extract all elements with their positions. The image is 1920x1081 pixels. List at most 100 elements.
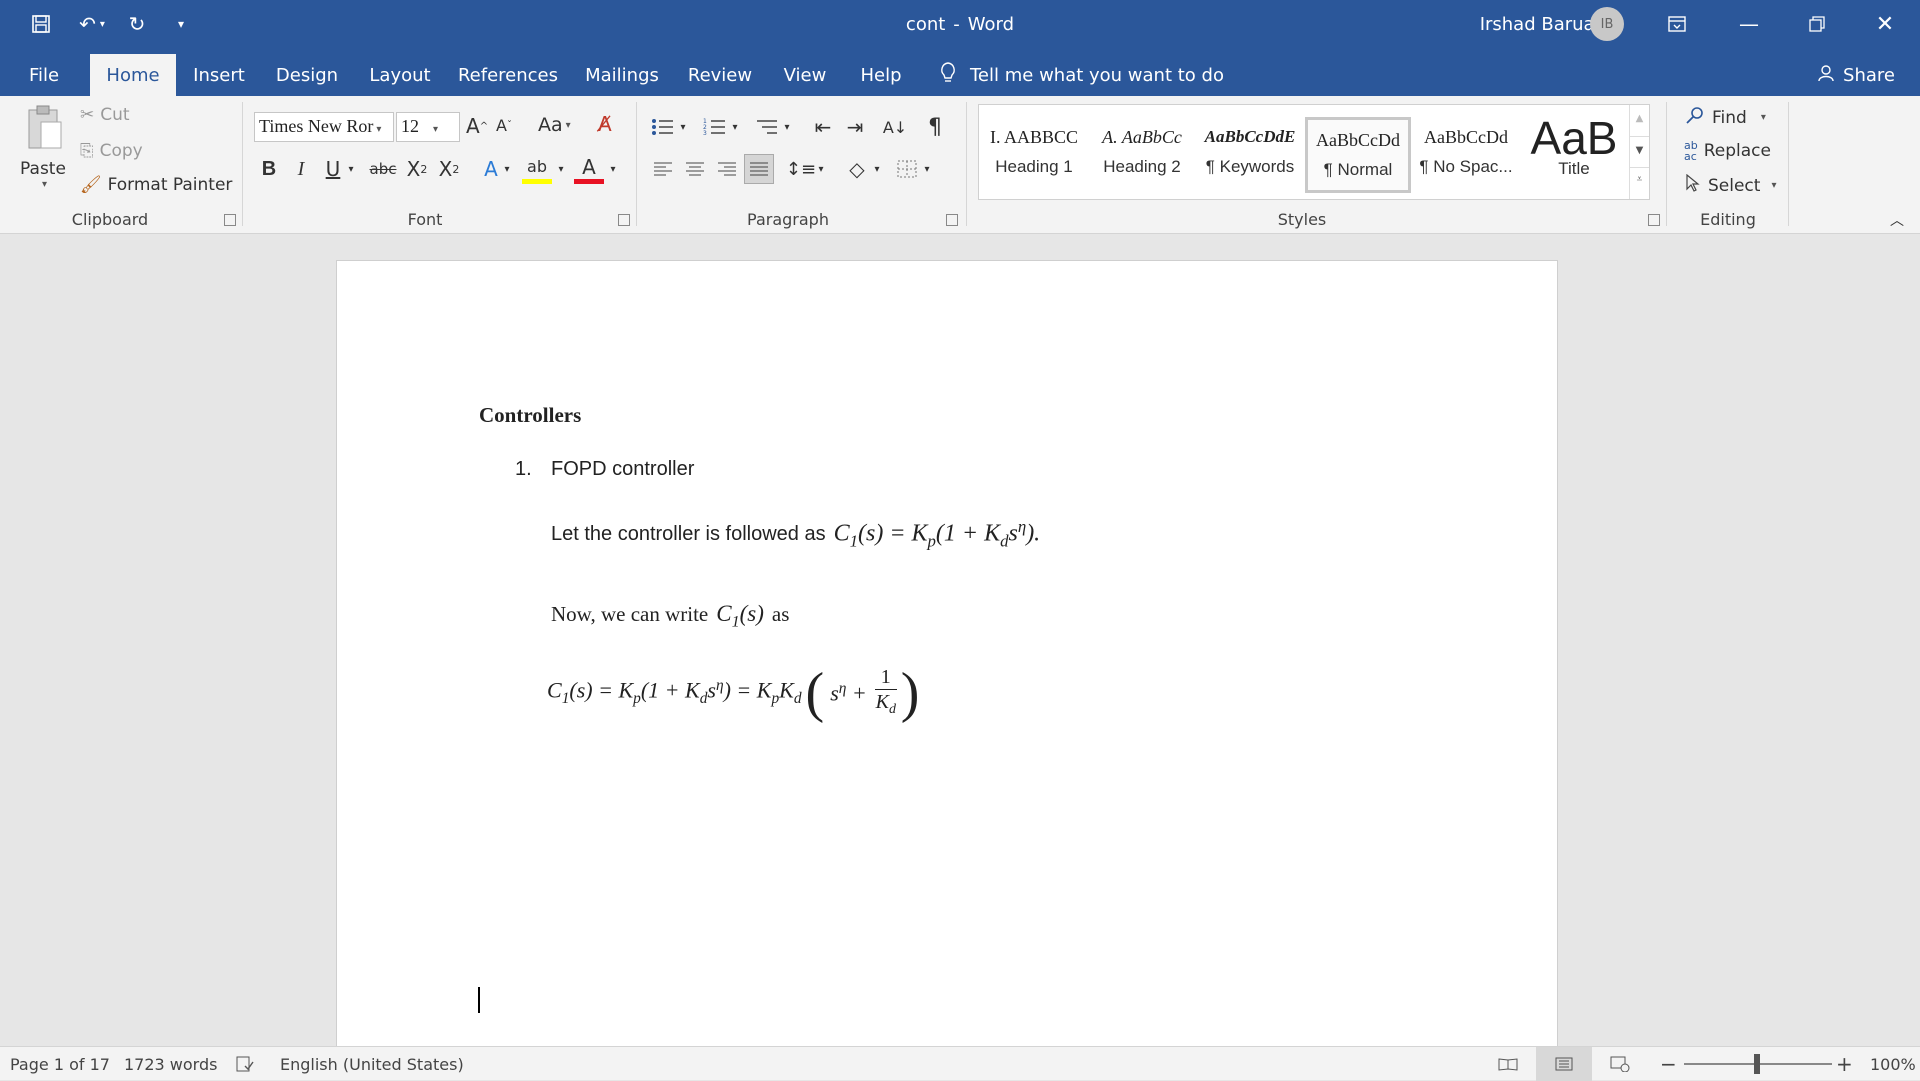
word-count[interactable]: 1723 words: [124, 1047, 217, 1081]
change-case-button[interactable]: Aa ▾: [538, 114, 571, 136]
show-formatting-icon[interactable]: ¶: [920, 112, 950, 142]
document-canvas[interactable]: Controllers 1. FOPD controller Let the c…: [0, 234, 1920, 1046]
tell-me-box[interactable]: Tell me what you want to do: [940, 54, 1260, 96]
restore-icon[interactable]: [1800, 0, 1834, 48]
tab-mailings[interactable]: Mailings: [580, 54, 664, 96]
font-color-icon[interactable]: A: [574, 154, 604, 184]
proofing-icon[interactable]: [236, 1047, 254, 1081]
style-heading-1[interactable]: I. AABBCC Heading 1: [981, 117, 1087, 193]
justify-icon[interactable]: [744, 154, 774, 184]
style-heading-2[interactable]: A. AaBbCc Heading 2: [1089, 117, 1195, 193]
zoom-level[interactable]: 100%: [1870, 1047, 1916, 1081]
bullets-dropdown-icon[interactable]: ▾: [676, 112, 690, 142]
format-painter-button[interactable]: 🖌 Format Painter: [80, 174, 232, 196]
shading-icon[interactable]: ◇: [842, 154, 872, 184]
avatar[interactable]: IB: [1590, 7, 1624, 41]
borders-dropdown-icon[interactable]: ▾: [920, 154, 934, 184]
style-no-spacing[interactable]: AaBbCcDd ¶ No Spac...: [1413, 117, 1519, 193]
tab-insert[interactable]: Insert: [186, 54, 252, 96]
collapse-ribbon-icon[interactable]: ︿: [1890, 210, 1904, 230]
font-color-dropdown-icon[interactable]: ▾: [606, 154, 620, 184]
close-icon[interactable]: ✕: [1868, 0, 1902, 48]
underline-dropdown-icon[interactable]: ▾: [344, 154, 358, 184]
styles-scroll-down-icon[interactable]: ▼: [1630, 136, 1649, 167]
line-spacing-dropdown-icon[interactable]: ▾: [814, 154, 828, 184]
tab-review[interactable]: Review: [684, 54, 756, 96]
strikethrough-button[interactable]: abc: [368, 154, 398, 184]
read-mode-icon[interactable]: [1492, 1047, 1524, 1081]
superscript-button[interactable]: X2: [434, 154, 464, 184]
highlight-dropdown-icon[interactable]: ▾: [554, 154, 568, 184]
web-layout-icon[interactable]: [1600, 1047, 1640, 1081]
minimize-icon[interactable]: —: [1732, 0, 1766, 48]
tab-design[interactable]: Design: [270, 54, 344, 96]
print-layout-icon[interactable]: [1536, 1047, 1592, 1081]
zoom-slider[interactable]: [1684, 1047, 1832, 1081]
multilevel-dropdown-icon[interactable]: ▾: [780, 112, 794, 142]
style-normal[interactable]: AaBbCcDd ¶ Normal: [1305, 117, 1411, 193]
cut-button[interactable]: ✂ Cut: [80, 104, 130, 126]
font-size-box[interactable]: 12 ▾: [396, 112, 460, 142]
select-button[interactable]: Select ▾: [1686, 173, 1776, 197]
bullets-icon[interactable]: [648, 112, 678, 142]
styles-scroll[interactable]: ▲ ▼ ⩡: [1629, 105, 1649, 199]
document-page[interactable]: Controllers 1. FOPD controller Let the c…: [336, 260, 1558, 1046]
styles-more-icon[interactable]: ⩡: [1630, 167, 1649, 198]
paragraph-dialog-launcher-icon[interactable]: [946, 214, 958, 226]
line-spacing-icon[interactable]: ↕≡: [786, 154, 816, 184]
style-title[interactable]: AaB Title: [1521, 117, 1627, 193]
paste-button[interactable]: Paste ▾: [14, 104, 72, 200]
save-icon[interactable]: [24, 0, 58, 48]
font-name-box[interactable]: Times New Ror ▾: [254, 112, 394, 142]
font-name-dropdown-icon[interactable]: ▾: [376, 124, 381, 135]
text-effects-dropdown-icon[interactable]: ▾: [500, 154, 514, 184]
style-keywords[interactable]: AaBbCcDdE ¶ Keywords: [1197, 117, 1303, 193]
clipboard-dialog-launcher-icon[interactable]: [224, 214, 236, 226]
font-dialog-launcher-icon[interactable]: [618, 214, 630, 226]
tab-references[interactable]: References: [456, 54, 560, 96]
align-left-icon[interactable]: [648, 154, 678, 184]
multilevel-list-icon[interactable]: [752, 112, 782, 142]
clear-formatting-icon[interactable]: A̸: [598, 112, 612, 136]
share-button[interactable]: Share: [1808, 54, 1904, 96]
highlight-icon[interactable]: ab: [522, 154, 552, 184]
shading-dropdown-icon[interactable]: ▾: [870, 154, 884, 184]
find-dropdown-icon[interactable]: ▾: [1761, 112, 1766, 123]
borders-icon[interactable]: [892, 154, 922, 184]
find-button[interactable]: Find ▾: [1686, 106, 1766, 129]
tab-help[interactable]: Help: [852, 54, 910, 96]
shrink-font-button[interactable]: Aˇ: [496, 116, 512, 135]
copy-button[interactable]: ⎘ Copy: [80, 140, 143, 162]
numbering-dropdown-icon[interactable]: ▾: [728, 112, 742, 142]
numbering-icon[interactable]: 123: [700, 112, 730, 142]
styles-dialog-launcher-icon[interactable]: [1648, 214, 1660, 226]
font-size-dropdown-icon[interactable]: ▾: [433, 124, 438, 135]
customize-qat-icon[interactable]: ▾: [164, 0, 198, 48]
sort-icon[interactable]: A↓: [880, 112, 910, 142]
grow-font-button[interactable]: A ^: [466, 114, 488, 138]
styles-scroll-up-icon[interactable]: ▲: [1630, 105, 1649, 136]
subscript-button[interactable]: X2: [402, 154, 432, 184]
ribbon-display-options-icon[interactable]: [1660, 0, 1694, 48]
language[interactable]: English (United States): [280, 1047, 464, 1081]
undo-icon[interactable]: ↶ ▾: [68, 0, 116, 48]
page-count[interactable]: Page 1 of 17: [10, 1047, 110, 1081]
zoom-in-button[interactable]: +: [1836, 1047, 1853, 1081]
user-name[interactable]: Irshad Baruah: [1456, 0, 1606, 48]
zoom-slider-thumb[interactable]: [1754, 1054, 1760, 1074]
italic-button[interactable]: I: [286, 154, 316, 184]
bold-button[interactable]: B: [254, 154, 284, 184]
tab-file[interactable]: File: [18, 54, 70, 96]
select-dropdown-icon[interactable]: ▾: [1771, 180, 1776, 191]
paste-dropdown-icon[interactable]: ▾: [42, 179, 47, 190]
decrease-indent-icon[interactable]: ⇤: [808, 112, 838, 142]
tab-view[interactable]: View: [776, 54, 834, 96]
replace-button[interactable]: ab ac Replace: [1684, 140, 1771, 162]
tab-layout[interactable]: Layout: [364, 54, 436, 96]
redo-icon[interactable]: ↻: [120, 0, 154, 48]
tab-home[interactable]: Home: [90, 54, 176, 96]
align-right-icon[interactable]: [712, 154, 742, 184]
zoom-out-button[interactable]: −: [1660, 1047, 1677, 1081]
align-center-icon[interactable]: [680, 154, 710, 184]
increase-indent-icon[interactable]: ⇥: [840, 112, 870, 142]
